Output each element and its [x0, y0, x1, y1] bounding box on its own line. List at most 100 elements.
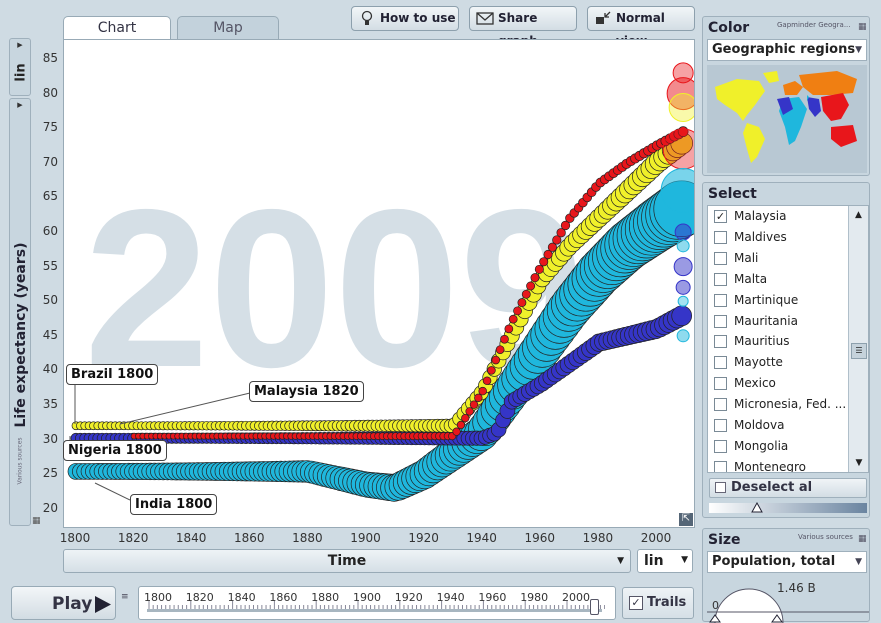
deselect-all-button[interactable]: Deselect al	[709, 478, 867, 498]
chevron-down-icon: ▼	[855, 45, 862, 55]
world-map-icon	[715, 71, 857, 163]
list-item[interactable]: Mayotte	[708, 352, 848, 373]
play-label: Play	[52, 594, 93, 614]
size-panel-title: Size	[708, 532, 741, 548]
country-list: ✓ Malaysia Maldives Mali Malta Martinique Maur…	[707, 205, 869, 473]
list-item[interactable]: Micronesia, Fed. ...	[708, 394, 848, 415]
slider-tick-label: 1980	[520, 591, 549, 604]
size-panel: Size Various sources ▦ Population, total…	[702, 528, 870, 623]
color-panel-title: Color	[708, 20, 750, 36]
list-scrollbar[interactable]: ▲ ☰ ▼	[848, 206, 868, 472]
x-tick-label: 2000	[640, 531, 672, 545]
x-tick-label: 1980	[582, 531, 614, 545]
play-button[interactable]: Play	[11, 586, 116, 620]
chevron-down-icon: ▼	[681, 555, 688, 565]
size-min-value: 0	[712, 599, 719, 612]
item-label: Mali	[734, 250, 759, 265]
item-checkbox[interactable]	[714, 314, 727, 328]
item-label: Mauritius	[734, 334, 790, 349]
trails-toggle[interactable]: ✓ Trails	[622, 587, 694, 619]
x-tick-label: 1880	[292, 531, 323, 545]
grid-icon[interactable]: ▦	[858, 22, 867, 32]
list-item[interactable]: ✓ Malaysia	[708, 206, 848, 227]
list-item[interactable]: Maldives	[708, 227, 848, 248]
select-panel: Select ✓ Malaysia Maldives Mali Malta Martini…	[702, 182, 870, 518]
slider-tick-label: 1840	[227, 591, 256, 604]
color-selected-label: Geographic regions	[712, 42, 856, 57]
color-credit: Gapminder Geogra...	[777, 21, 851, 29]
item-checkbox[interactable]	[714, 230, 727, 244]
item-label: Mexico	[734, 376, 776, 391]
callout-india[interactable]: India 1800	[130, 494, 218, 515]
x-tick-label: 1900	[350, 531, 381, 545]
speed-icon[interactable]: ≡	[121, 592, 133, 614]
x-axis-label: Time	[327, 553, 367, 569]
opacity-handle[interactable]	[751, 502, 763, 513]
x-scale-selector[interactable]: lin ▼	[637, 549, 693, 573]
item-checkbox[interactable]	[714, 272, 727, 286]
x-indicator-selector[interactable]: Time ▼	[63, 549, 631, 573]
item-label: Mongolia	[734, 438, 789, 453]
list-item[interactable]: Mongolia	[708, 436, 848, 457]
x-tick-label: 1940	[466, 531, 497, 545]
list-item[interactable]: Mauritania	[708, 311, 848, 332]
list-item[interactable]: Malta	[708, 269, 848, 290]
trails-checkbox[interactable]: ✓	[629, 596, 643, 610]
item-checkbox[interactable]	[714, 293, 727, 307]
item-label: Malaysia	[734, 209, 787, 223]
list-item[interactable]: Montenegro	[708, 457, 848, 473]
list-item[interactable]: Moldova	[708, 415, 848, 436]
scroll-thumb[interactable]: ☰	[851, 343, 867, 359]
opacity-slider[interactable]	[709, 502, 867, 513]
region-map[interactable]	[707, 65, 867, 173]
item-label: Maldives	[734, 229, 787, 244]
item-label: Mauritania	[734, 313, 798, 328]
deselect-all-label: Deselect al	[731, 480, 813, 495]
deselect-checkbox	[715, 482, 726, 493]
color-panel: Color Gapminder Geogra... ▦ Geographic r…	[702, 16, 870, 176]
item-checkbox[interactable]	[714, 251, 727, 265]
slider-tick-label: 1960	[478, 591, 507, 604]
item-label: Montenegro	[734, 459, 807, 473]
slider-tick-label: 1880	[311, 591, 340, 604]
grid-icon[interactable]: ▦	[858, 534, 867, 544]
slider-tick-label: 1940	[436, 591, 465, 604]
slider-tick-label: 1800	[144, 591, 172, 604]
x-tick-label: 1820	[117, 531, 149, 545]
chevron-up-icon[interactable]: ▲	[849, 206, 868, 224]
list-item[interactable]: Martinique	[708, 290, 848, 311]
item-checkbox[interactable]	[714, 439, 727, 453]
x-tick-label: 1960	[524, 531, 556, 545]
x-tick-label: 1860	[234, 531, 265, 545]
item-label: Moldova	[734, 418, 785, 432]
size-credit: Various sources	[798, 533, 853, 541]
callout-malaysia[interactable]: Malaysia 1820	[249, 381, 364, 402]
size-indicator-select[interactable]: Population, total ▼	[707, 551, 867, 573]
list-item[interactable]: Mali	[708, 248, 848, 269]
color-indicator-select[interactable]: Geographic regions ▼	[707, 39, 867, 61]
list-item[interactable]: Mauritius	[708, 331, 848, 352]
callout-nigeria[interactable]: Nigeria 1800	[63, 440, 167, 461]
trails-label: Trails	[647, 595, 687, 610]
item-checkbox[interactable]	[714, 419, 727, 432]
x-scale-label: lin	[644, 553, 664, 569]
item-checkbox[interactable]	[714, 460, 727, 472]
size-selected-label: Population, total	[712, 554, 836, 569]
slider-tick-label: 1860	[269, 591, 298, 604]
chevron-down-icon: ▼	[617, 556, 624, 566]
chevron-down-icon[interactable]: ▼	[849, 454, 868, 472]
play-icon	[95, 596, 111, 613]
item-label: Micronesia, Fed. ...	[734, 397, 847, 412]
x-tick-label: 1840	[175, 531, 207, 545]
list-item[interactable]: Mexico	[708, 373, 848, 394]
slider-tick-label: 1820	[185, 591, 214, 604]
callout-brazil[interactable]: Brazil 1800	[66, 364, 159, 385]
chevron-down-icon: ▼	[855, 557, 862, 567]
item-checkbox[interactable]	[714, 335, 727, 349]
item-checkbox[interactable]: ✓	[714, 210, 727, 223]
slider-tick-label: 1900	[353, 591, 381, 604]
item-checkbox[interactable]	[714, 356, 727, 370]
item-checkbox[interactable]	[714, 377, 727, 391]
item-checkbox[interactable]	[714, 398, 727, 412]
x-tick-label: 1800	[59, 531, 91, 545]
